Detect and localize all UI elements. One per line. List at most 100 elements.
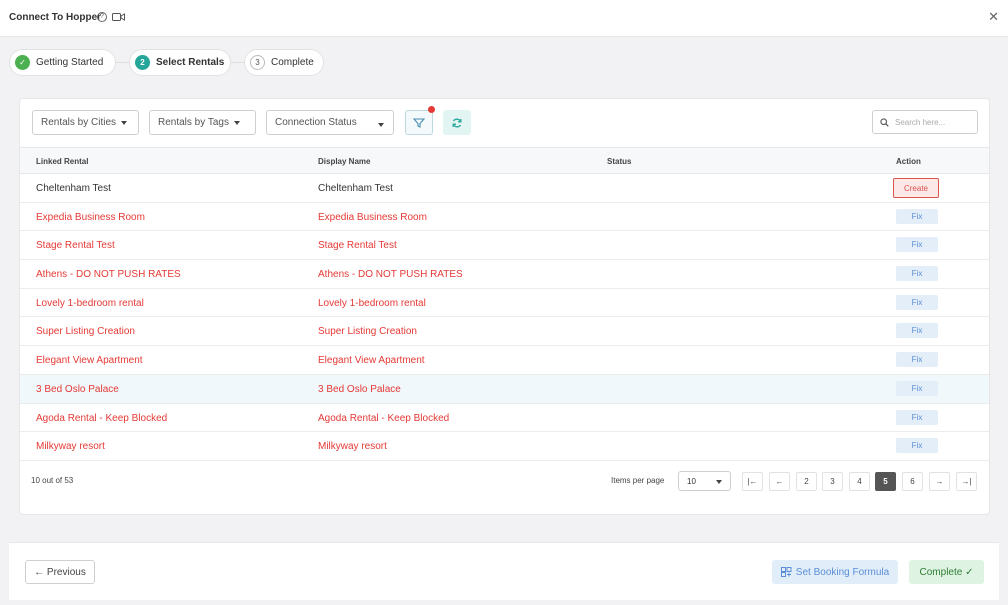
caret-down-icon	[716, 480, 722, 484]
step-number: 3	[250, 55, 265, 70]
check-icon: ✓	[15, 55, 30, 70]
display-name-cell: Athens - DO NOT PUSH RATES	[318, 269, 463, 281]
page-6-button[interactable]: 6	[902, 472, 923, 491]
fix-button[interactable]: Fix	[896, 409, 938, 425]
refresh-button[interactable]	[443, 110, 471, 135]
step-label: Complete	[271, 57, 314, 68]
connection-status-dropdown[interactable]: Connection Status	[266, 110, 394, 135]
display-name-cell: 3 Bed Oslo Palace	[318, 383, 401, 395]
connection-status-label: Connection Status	[275, 117, 357, 128]
table-row: 3 Bed Oslo Palace 3 Bed Oslo Palace Fix	[20, 374, 989, 404]
filter-active-badge	[428, 106, 435, 113]
set-booking-formula-label: Set Booking Formula	[795, 566, 890, 578]
display-name-cell: Super Listing Creation	[318, 326, 417, 338]
display-name-cell: Lovely 1-bedroom rental	[318, 297, 426, 309]
table-row: Super Listing Creation Super Listing Crea…	[20, 317, 989, 347]
linked-rental-cell: Athens - DO NOT PUSH RATES	[36, 269, 181, 281]
col-status: Status	[607, 157, 632, 166]
items-per-page-select[interactable]: 10	[678, 471, 731, 491]
result-count: 10 out of 53	[31, 476, 74, 485]
display-name-cell: Milkyway resort	[318, 441, 387, 453]
video-icon[interactable]	[112, 12, 125, 22]
table-row: Expedia Business Room Expedia Business Ro…	[20, 203, 989, 232]
formula-icon	[780, 567, 792, 577]
fix-button[interactable]: Fix	[896, 352, 938, 368]
modal-footer: ← Previous Set Booking Formula Complete …	[9, 542, 999, 600]
refresh-icon	[452, 118, 462, 127]
step-connector	[231, 62, 244, 63]
fix-button[interactable]: Fix	[896, 380, 938, 396]
filter-button[interactable]	[405, 110, 433, 135]
step-complete[interactable]: 3 Complete	[244, 49, 324, 76]
caret-down-icon	[121, 120, 128, 125]
col-linked-rental: Linked Rental	[36, 157, 89, 166]
page-2-button[interactable]: 2	[796, 472, 817, 491]
modal-title: Connect To Hopper	[9, 12, 102, 23]
step-connector	[116, 62, 129, 63]
rentals-table: Linked Rental Display Name Status Action…	[20, 147, 989, 461]
col-action: Action	[896, 157, 921, 166]
rentals-card: Rentals by Cities Rentals by Tags Connec…	[19, 98, 990, 515]
table-row: Lovely 1-bedroom rental Lovely 1-bedroom …	[20, 289, 989, 318]
previous-button[interactable]: ← Previous	[25, 560, 95, 584]
table-row: Agoda Rental - Keep Blocked Agoda Rental …	[20, 404, 989, 433]
fix-button[interactable]: Fix	[896, 266, 938, 282]
linked-rental-cell: Elegant View Apartment	[36, 355, 143, 367]
table-row: Athens - DO NOT PUSH RATES Athens - DO NO…	[20, 260, 989, 289]
page-3-button[interactable]: 3	[822, 472, 843, 491]
step-getting-started[interactable]: ✓ Getting Started	[9, 49, 116, 76]
last-page-button[interactable]: →|	[956, 472, 977, 491]
create-button[interactable]: Create	[893, 178, 939, 198]
table-row: Milkyway resort Milkyway resort Fix	[20, 432, 989, 461]
linked-rental-cell: Stage Rental Test	[36, 240, 115, 252]
step-label: Select Rentals	[156, 57, 225, 68]
search-icon	[880, 117, 889, 127]
fix-button[interactable]: Fix	[896, 438, 938, 454]
cities-filter-dropdown[interactable]: Rentals by Cities	[32, 110, 139, 135]
table-row: Cheltenham Test Cheltenham Test Create	[20, 174, 989, 203]
linked-rental-cell: Cheltenham Test	[36, 183, 111, 194]
step-number: 2	[135, 55, 150, 70]
display-name-cell: Stage Rental Test	[318, 240, 397, 252]
fix-button[interactable]: Fix	[896, 237, 938, 253]
linked-rental-cell: Agoda Rental - Keep Blocked	[36, 412, 168, 424]
table-row: Elegant View Apartment Elegant View Apart…	[20, 346, 989, 375]
display-name-cell: Expedia Business Room	[318, 211, 427, 223]
table-body: Cheltenham Test Cheltenham Test Create Expe…	[20, 174, 989, 461]
page-4-button[interactable]: 4	[849, 472, 870, 491]
page-5-button[interactable]: 5	[875, 472, 896, 491]
fix-button[interactable]: Fix	[896, 294, 938, 310]
linked-rental-cell: Lovely 1-bedroom rental	[36, 297, 144, 309]
modal-header: Connect To Hopper ? ✕	[0, 0, 1008, 37]
col-display-name: Display Name	[318, 157, 371, 166]
caret-down-icon	[233, 120, 240, 125]
fix-button[interactable]: Fix	[896, 323, 938, 339]
linked-rental-cell: Expedia Business Room	[36, 211, 145, 223]
close-icon[interactable]: ✕	[988, 9, 999, 25]
items-per-page-label: Items per page	[611, 476, 665, 485]
caret-down-icon	[378, 123, 384, 127]
step-select-rentals[interactable]: 2 Select Rentals	[129, 49, 231, 76]
tags-filter-dropdown[interactable]: Rentals by Tags	[149, 110, 256, 135]
display-name-cell: Cheltenham Test	[318, 183, 393, 194]
prev-page-button[interactable]: ←	[769, 472, 790, 491]
next-page-button[interactable]: →	[929, 472, 950, 491]
filter-icon	[413, 117, 425, 128]
fix-button[interactable]: Fix	[896, 208, 938, 224]
first-page-button[interactable]: |←	[742, 472, 763, 491]
linked-rental-cell: Milkyway resort	[36, 441, 105, 453]
complete-button[interactable]: Complete ✓	[909, 560, 984, 584]
set-booking-formula-button[interactable]: Set Booking Formula	[772, 560, 898, 584]
pagination-bar: 10 out of 53 Items per page 10 |← ← 2 3 …	[20, 461, 989, 501]
step-label: Getting Started	[36, 57, 104, 68]
search-input[interactable]	[895, 117, 975, 127]
connect-modal: Connect To Hopper ? ✕ ✓ Getting Started …	[0, 0, 1008, 605]
table-header: Linked Rental Display Name Status Action	[20, 147, 989, 174]
linked-rental-cell: Super Listing Creation	[36, 326, 135, 338]
search-box[interactable]	[872, 110, 978, 134]
help-icon[interactable]: ?	[97, 12, 107, 22]
display-name-cell: Elegant View Apartment	[318, 355, 425, 367]
linked-rental-cell: 3 Bed Oslo Palace	[36, 383, 119, 395]
table-row: Stage Rental Test Stage Rental Test Fix	[20, 231, 989, 261]
items-per-page-value: 10	[687, 476, 696, 486]
